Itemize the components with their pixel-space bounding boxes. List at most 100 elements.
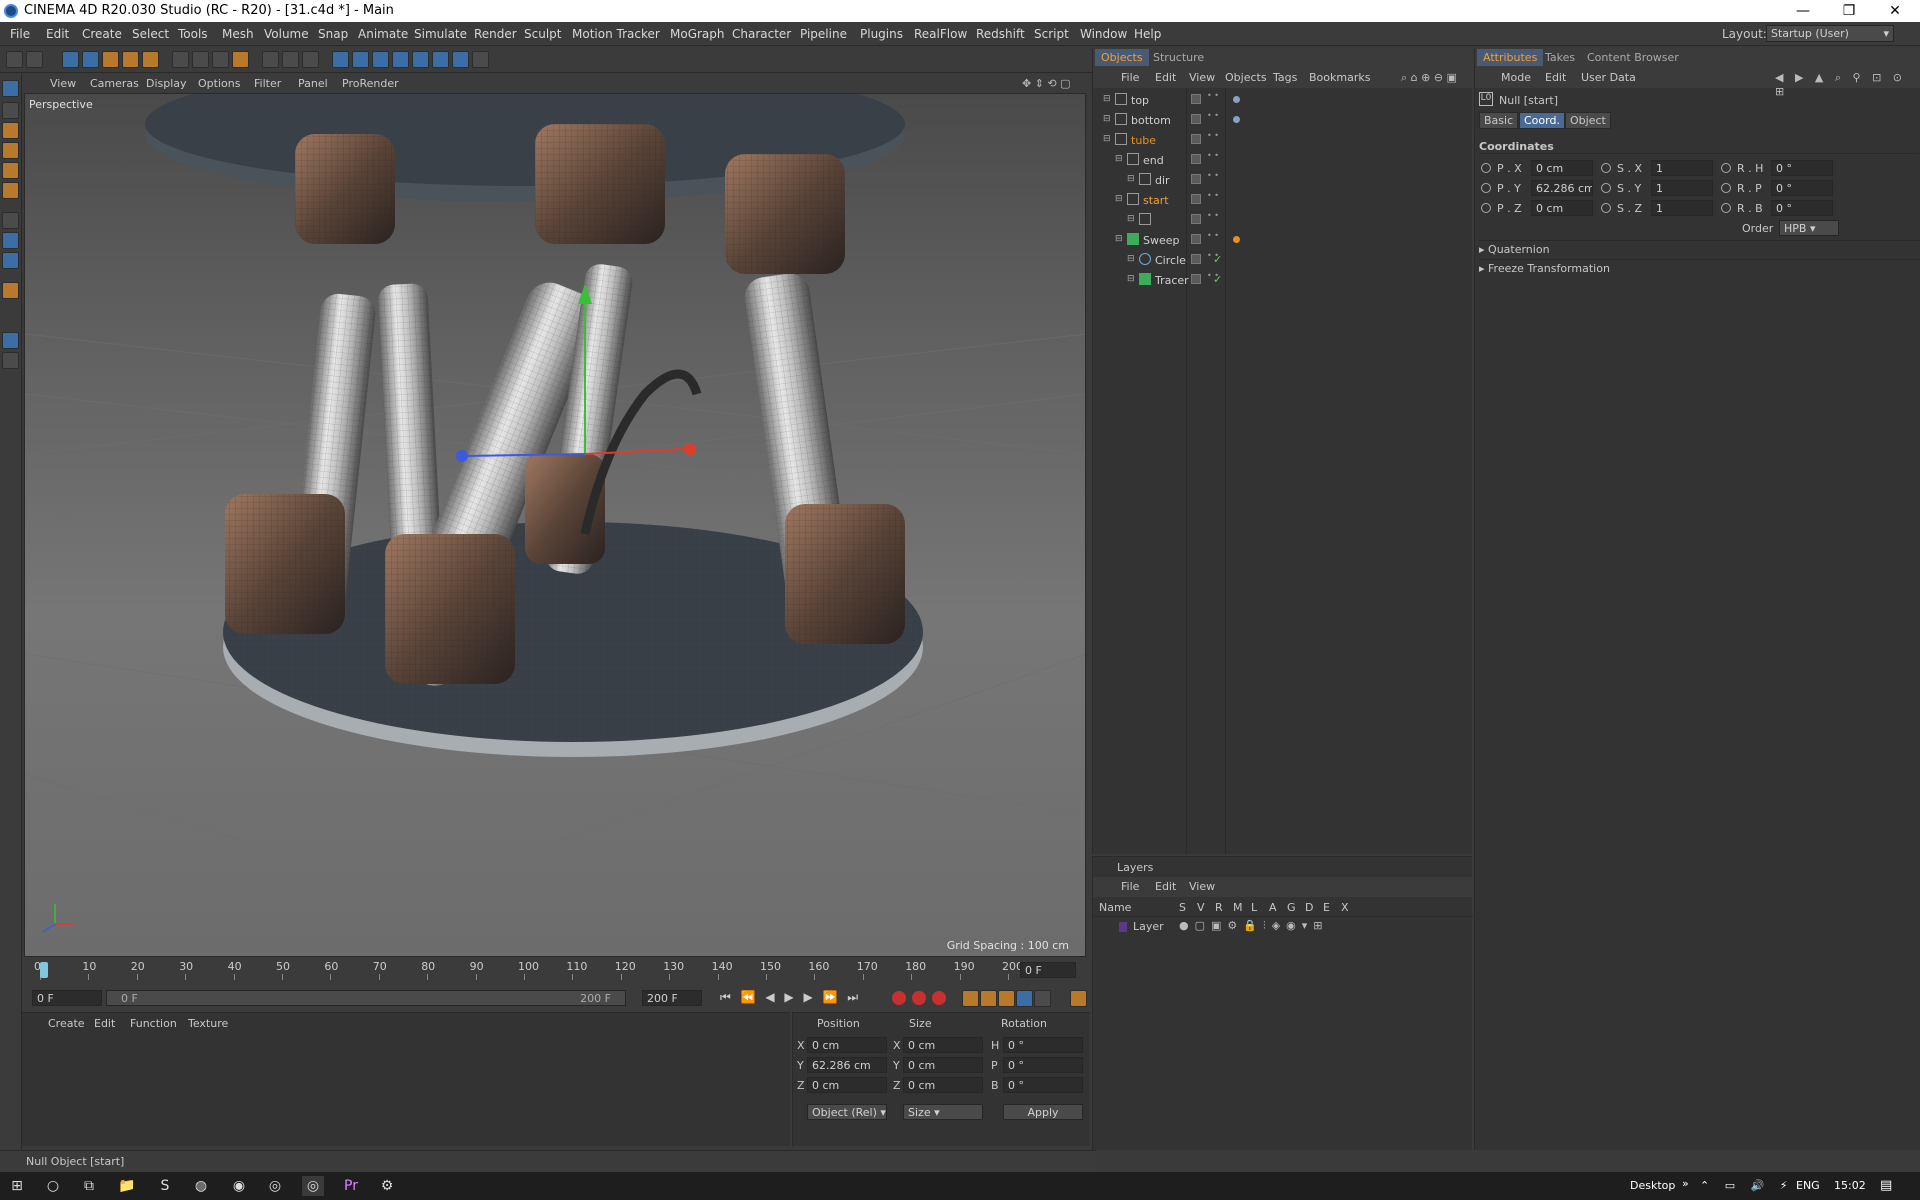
menu-edit[interactable]: Edit xyxy=(46,27,69,41)
menu-character[interactable]: Character xyxy=(732,27,791,41)
menu-help[interactable]: Help xyxy=(1134,27,1161,41)
editor-render-dots-icon[interactable]: • • xyxy=(1207,192,1219,200)
coord-position-field[interactable]: 0 cm xyxy=(807,1037,887,1053)
rotate-tool-icon[interactable] xyxy=(122,51,139,68)
tag-icon[interactable] xyxy=(1233,116,1240,123)
layer-color-swatch[interactable] xyxy=(1119,922,1127,932)
snap-icon[interactable] xyxy=(2,212,19,229)
render-view-icon[interactable] xyxy=(262,51,279,68)
redo-icon[interactable] xyxy=(26,51,43,68)
keyframe-toggle-icon[interactable] xyxy=(1721,183,1731,193)
tag-icon[interactable] xyxy=(1233,96,1240,103)
keyframe-toggle-icon[interactable] xyxy=(1481,183,1491,193)
select-tool-icon[interactable] xyxy=(62,51,79,68)
camera-icon[interactable] xyxy=(452,51,469,68)
object-name[interactable]: Circle xyxy=(1155,254,1186,267)
layer-column-header[interactable]: R xyxy=(1215,901,1223,914)
floor-icon[interactable] xyxy=(432,51,449,68)
coord-value-p[interactable]: 62.286 cm xyxy=(1531,180,1593,196)
system-tray-icons[interactable]: ⌃ ▭ 🔊 ⚡ xyxy=(1700,1179,1794,1192)
autokey-icon[interactable] xyxy=(912,991,926,1005)
solo-icon[interactable] xyxy=(2,282,19,299)
menu-mograph[interactable]: MoGraph xyxy=(670,27,725,41)
coord-size-field[interactable]: 0 cm xyxy=(903,1037,983,1053)
tab-takes[interactable]: Takes xyxy=(1545,51,1575,64)
coord-value-r[interactable]: 0 ° xyxy=(1771,200,1833,216)
object-name[interactable]: Sweep xyxy=(1143,234,1180,247)
menu-pipeline[interactable]: Pipeline xyxy=(800,27,847,41)
coord-value-r[interactable]: 0 ° xyxy=(1771,160,1833,176)
object-row[interactable]: ⊟ end • • xyxy=(1093,151,1473,171)
menu-redshift[interactable]: Redshift xyxy=(976,27,1025,41)
layer-name[interactable]: Layer xyxy=(1133,920,1164,933)
layer-toggle-icons[interactable]: ●▢▣⚙🔒⫶◈◉▾⊞ xyxy=(1179,919,1329,933)
render-settings-icon[interactable] xyxy=(302,51,319,68)
viewport-menu-options[interactable]: Options xyxy=(198,77,240,90)
x-axis-icon[interactable] xyxy=(172,51,189,68)
object-row[interactable]: ⊟ top • • xyxy=(1093,91,1473,111)
object-row[interactable]: ⊟ Circle • • ✓ xyxy=(1093,251,1473,271)
subtab-basic[interactable]: Basic xyxy=(1479,112,1519,129)
material-menu-texture[interactable]: Texture xyxy=(188,1017,228,1030)
menu-mesh[interactable]: Mesh xyxy=(222,27,254,41)
viewport-menu-panel[interactable]: Panel xyxy=(298,77,328,90)
last-tool-icon[interactable] xyxy=(142,51,159,68)
y-axis-icon[interactable] xyxy=(192,51,209,68)
app-s-icon[interactable]: S xyxy=(154,1176,176,1196)
coord-position-field[interactable]: 62.286 cm xyxy=(807,1057,887,1073)
visibility-toggle-icon[interactable] xyxy=(1191,154,1201,164)
keyframe-toggle-icon[interactable] xyxy=(1601,203,1611,213)
object-row[interactable]: ⊟ tube • • xyxy=(1093,131,1473,151)
cloner-icon[interactable] xyxy=(392,51,409,68)
menu-sculpt[interactable]: Sculpt xyxy=(524,27,561,41)
tab-objects[interactable]: Objects xyxy=(1095,49,1149,66)
keyframe-toggle-icon[interactable] xyxy=(1481,203,1491,213)
coord-value-s[interactable]: 1 xyxy=(1651,200,1713,216)
object-name[interactable]: top xyxy=(1131,94,1149,107)
transport-controls[interactable]: ⏮ ⏪ ◀ ▶ ▶ ⏩ ⏭ xyxy=(720,990,861,1005)
scale-key-icon[interactable] xyxy=(980,990,997,1007)
z-axis-icon[interactable] xyxy=(212,51,229,68)
layer-column-header[interactable]: Name xyxy=(1099,901,1131,914)
tab-attributes[interactable]: Attributes xyxy=(1477,49,1544,66)
notifications-icon[interactable]: ▤ xyxy=(1880,1178,1892,1193)
layer-menu-view[interactable]: View xyxy=(1189,880,1215,893)
menu-volume[interactable]: Volume xyxy=(264,27,309,41)
menu-snap[interactable]: Snap xyxy=(318,27,348,41)
layer-column-header[interactable]: X xyxy=(1341,901,1349,914)
menu-file[interactable]: File xyxy=(10,27,30,41)
layer-menu-edit[interactable]: Edit xyxy=(1155,880,1176,893)
tree-expander-icon[interactable]: ⊟ xyxy=(1103,134,1111,144)
coord-value-s[interactable]: 1 xyxy=(1651,160,1713,176)
tree-expander-icon[interactable]: ⊟ xyxy=(1115,234,1123,244)
light-icon[interactable] xyxy=(472,51,489,68)
layer-column-header[interactable]: G xyxy=(1287,901,1296,914)
move-tool-icon[interactable] xyxy=(82,51,99,68)
viewport-menu-view[interactable]: View xyxy=(50,77,76,90)
menu-script[interactable]: Script xyxy=(1034,27,1069,41)
tree-expander-icon[interactable]: ⊟ xyxy=(1115,154,1123,164)
layer-row[interactable]: Layer ●▢▣⚙🔒⫶◈◉▾⊞ xyxy=(1093,918,1473,936)
tag-icon[interactable] xyxy=(1233,236,1240,243)
keyframe-toggle-icon[interactable] xyxy=(1601,183,1611,193)
menu-select[interactable]: Select xyxy=(132,27,169,41)
menu-tools[interactable]: Tools xyxy=(178,27,208,41)
tab-content-browser[interactable]: Content Browser xyxy=(1587,51,1679,64)
object-row[interactable]: ⊟ dir • • xyxy=(1093,171,1473,191)
layer-column-header[interactable]: S xyxy=(1179,901,1186,914)
attribute-menu-user-data[interactable]: User Data xyxy=(1581,71,1636,84)
3d-viewport[interactable]: Perspective Grid Spacing : 100 cm xyxy=(24,93,1086,957)
freeze-transformation-group[interactable]: ▸ Freeze Transformation xyxy=(1479,259,1919,275)
tree-expander-icon[interactable]: ⊟ xyxy=(1115,194,1123,204)
menu-motion-tracker[interactable]: Motion Tracker xyxy=(572,27,660,41)
parameter-key-icon[interactable] xyxy=(1016,990,1033,1007)
object-menu-file[interactable]: File xyxy=(1121,71,1139,84)
object-name[interactable]: Tracer xyxy=(1155,274,1189,287)
visibility-toggle-icon[interactable] xyxy=(1191,174,1201,184)
keyframe-toggle-icon[interactable] xyxy=(1601,163,1611,173)
viewport-nav-icons[interactable]: ✥ ⇕ ⟲ ▢ xyxy=(1022,77,1071,90)
object-name[interactable]: start xyxy=(1143,194,1169,207)
coordinate-system-icon[interactable] xyxy=(232,51,249,68)
close-button[interactable]: ✕ xyxy=(1872,0,1918,22)
layer-column-header[interactable]: M xyxy=(1233,901,1243,914)
